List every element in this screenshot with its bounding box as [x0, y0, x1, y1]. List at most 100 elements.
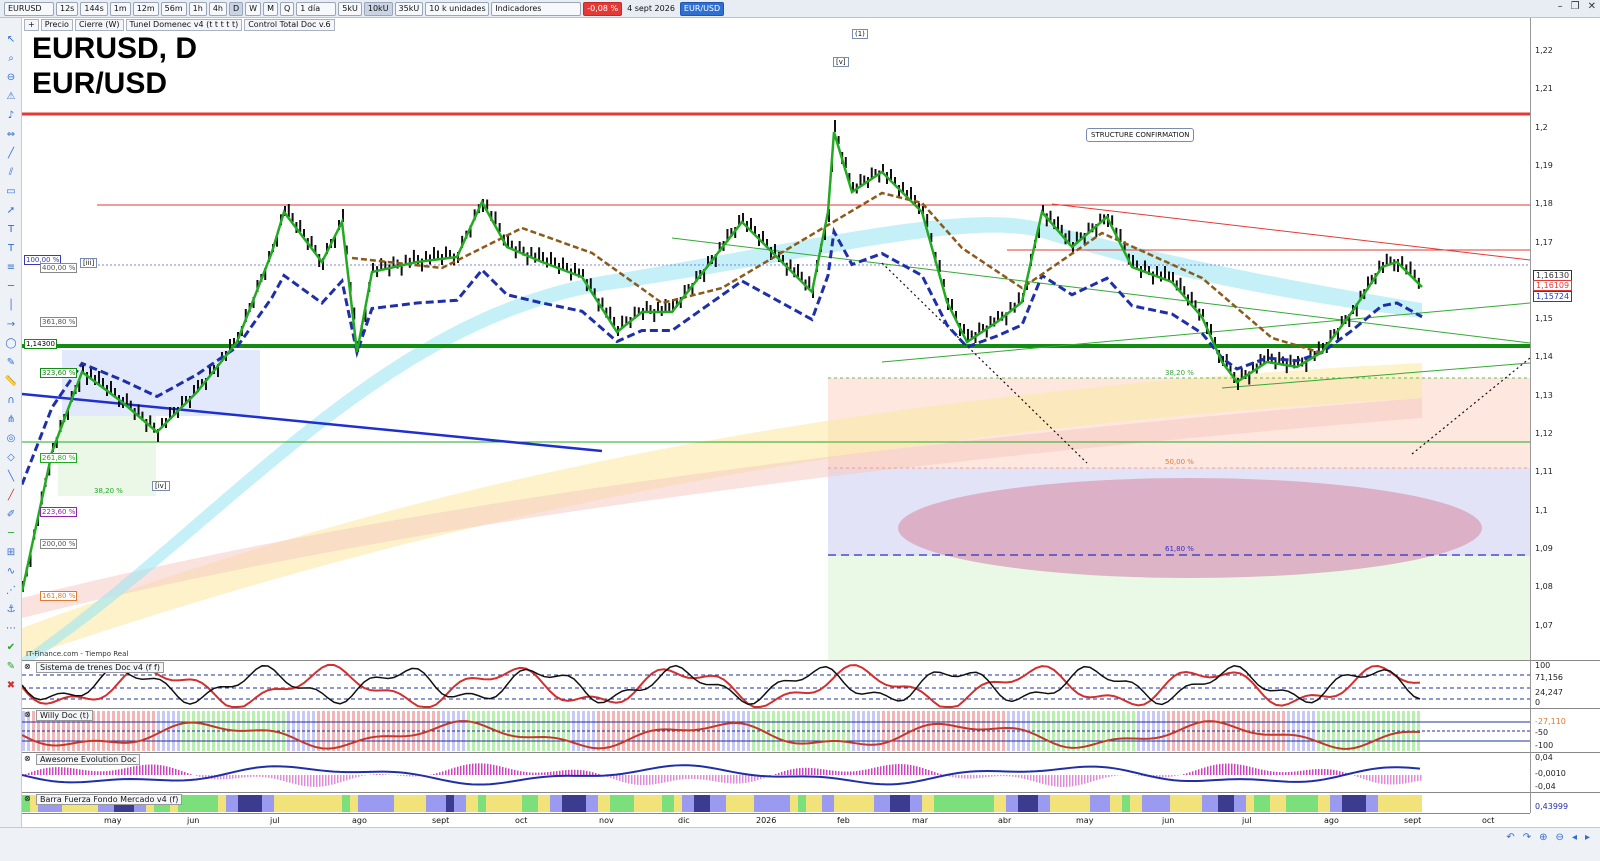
wave-icon[interactable]: ∿ [4, 565, 18, 579]
ao-bar [940, 774, 942, 775]
gann-icon[interactable]: ⊞ [4, 546, 18, 560]
price-chart[interactable]: EURUSD, D EUR/USD (1) [v] [iii] [iv] STR… [22, 18, 1530, 660]
tf-m[interactable]: M [263, 1, 278, 16]
panel-close-icon[interactable]: ⊗ [24, 754, 31, 763]
structure-confirmation-label[interactable]: STRUCTURE CONFIRMATION [1086, 128, 1195, 142]
green-line-icon[interactable]: ─ [4, 527, 18, 541]
wave-label-iv[interactable]: [iv] [152, 481, 170, 491]
wave-label-v[interactable]: [v] [833, 57, 849, 67]
force-bar [262, 795, 266, 812]
force-bar [942, 795, 946, 812]
text-icon[interactable]: T [4, 223, 18, 237]
tf-d[interactable]: D [229, 1, 244, 16]
tf-q[interactable]: Q [280, 1, 295, 16]
label-icon[interactable]: T [4, 242, 18, 256]
pitchfork-icon[interactable]: ⋔ [4, 413, 18, 427]
zoom-in-icon[interactable]: ⊕ [1539, 832, 1547, 843]
panel-title-trenes[interactable]: Sistema de trenes Doc v4 (f f) [36, 662, 164, 673]
chart-subtitle: EUR/USD [32, 67, 168, 100]
minimize-icon[interactable]: – [1558, 1, 1563, 12]
panel-title-awesome[interactable]: Awesome Evolution Doc [36, 754, 141, 765]
tf-1h[interactable]: 1h [188, 1, 207, 16]
price-chart-canvas[interactable] [22, 18, 1530, 660]
units-35k[interactable]: 35kU [394, 1, 424, 16]
magnet-icon[interactable]: ∩ [4, 394, 18, 408]
panel-willy[interactable]: ⊗ Willy Doc (t) [22, 708, 1530, 752]
trend-icon[interactable]: ╱ [4, 147, 18, 161]
force-bar [1034, 795, 1038, 812]
ao-bar [892, 764, 894, 775]
tf-4h[interactable]: 4h [208, 1, 227, 16]
ao-bar [1063, 775, 1065, 787]
tf-12s[interactable]: 12s [56, 1, 79, 16]
units-10k[interactable]: 10kU [363, 1, 393, 16]
panel-title-willy[interactable]: Willy Doc (t) [36, 710, 94, 721]
units-5k[interactable]: 5kU [338, 1, 362, 16]
scroll-right-icon[interactable]: ▸ [1585, 832, 1590, 843]
ao-bar [331, 775, 333, 785]
symbol-selector[interactable]: EURUSD [4, 1, 54, 16]
panel-title-barra[interactable]: Barra Fuerza Fondo Mercado v4 (f) [36, 794, 183, 805]
pencil-icon[interactable]: ✐ [4, 508, 18, 522]
force-bar [358, 795, 362, 812]
delete-icon[interactable]: ✖ [4, 679, 18, 693]
wave-label-iii[interactable]: [iii] [80, 258, 98, 268]
indicators-button[interactable]: Indicadores [491, 1, 582, 16]
ruler-icon[interactable]: 📏 [4, 375, 18, 389]
vline-icon[interactable]: │ [4, 299, 18, 313]
ao-bar [1309, 769, 1311, 775]
wave-label-1[interactable]: (1) [852, 29, 868, 39]
undo-icon[interactable]: ↶ [1506, 832, 1514, 843]
panel-close-icon[interactable]: ⊗ [24, 710, 31, 719]
panel-barra[interactable]: ⊗ Barra Fuerza Fondo Mercado v4 (f) [22, 792, 1530, 813]
tf-144s[interactable]: 144s [80, 1, 108, 16]
ellipse-icon[interactable]: ◯ [4, 337, 18, 351]
hline-icon[interactable]: ─ [4, 280, 18, 294]
units-selector[interactable]: 10 k unidades [425, 1, 490, 16]
force-bar [1398, 795, 1402, 812]
pattern-icon[interactable]: ⋰ [4, 584, 18, 598]
price-axis[interactable]: 1,221,211,21,191,181,171,161,151,141,131… [1530, 18, 1600, 660]
date-label: jun [187, 816, 200, 825]
red-line-icon[interactable]: ╱ [4, 489, 18, 503]
panel-close-icon[interactable]: ⊗ [24, 794, 31, 803]
ao-bar [1174, 775, 1176, 777]
tf-12m[interactable]: 12m [132, 1, 159, 16]
zoom-out-icon[interactable]: ⊖ [1556, 832, 1564, 843]
brush-icon[interactable]: ✎ [4, 356, 18, 370]
tf-w[interactable]: W [245, 1, 262, 16]
check-icon[interactable]: ✔ [4, 641, 18, 655]
arrow-icon[interactable]: ➚ [4, 204, 18, 218]
channel-icon[interactable]: ⫽ [4, 166, 18, 180]
force-bar [354, 795, 358, 812]
rectangle-icon[interactable]: ▭ [4, 185, 18, 199]
period-selector[interactable]: 1 día [296, 1, 337, 16]
force-bar [630, 795, 634, 812]
redo-icon[interactable]: ↷ [1523, 832, 1531, 843]
measure-icon[interactable]: ⇔ [4, 128, 18, 142]
date-axis[interactable]: may jun jul ago sept oct nov dic 2026 fe… [22, 813, 1530, 827]
price-tick: 1,12 [1535, 429, 1553, 438]
bell-icon[interactable]: ♪ [4, 109, 18, 123]
anchor-icon[interactable]: ⚓ [4, 603, 18, 617]
zoom-icon[interactable]: ⌕ [4, 52, 18, 66]
fib-icon[interactable]: ≡ [4, 261, 18, 275]
tf-1m[interactable]: 1m [109, 1, 131, 16]
grid-icon[interactable]: ⋯ [4, 622, 18, 636]
cursor-icon[interactable]: ↖ [4, 33, 18, 47]
cycle-icon[interactable]: ◎ [4, 432, 18, 446]
panel-trenes[interactable]: ⊗ Sistema de trenes Doc v4 (f f) [22, 660, 1530, 708]
ray-icon[interactable]: → [4, 318, 18, 332]
shape-icon[interactable]: ◇ [4, 451, 18, 465]
alert-icon[interactable]: ⚠ [4, 90, 18, 104]
restore-icon[interactable]: ❐ [1571, 1, 1580, 12]
zoom-out-icon[interactable]: ⊖ [4, 71, 18, 85]
close-icon[interactable]: ✕ [1588, 1, 1596, 12]
ao-bar [505, 767, 507, 775]
panel-awesome[interactable]: ⊗ Awesome Evolution Doc [22, 752, 1530, 792]
lock-icon[interactable]: ✎ [4, 660, 18, 674]
scroll-left-icon[interactable]: ◂ [1572, 832, 1577, 843]
line-icon[interactable]: ╲ [4, 470, 18, 484]
panel-close-icon[interactable]: ⊗ [24, 662, 31, 671]
tf-56m[interactable]: 56m [160, 1, 187, 16]
